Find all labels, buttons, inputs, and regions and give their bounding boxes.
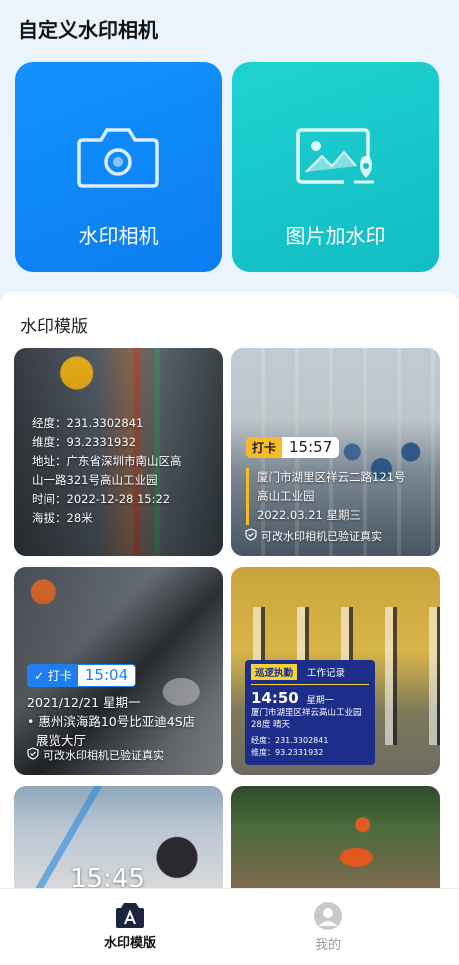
patrol-watermark: 巡逻执勤 工作记录 14:50 星期一 厦门市湖里区祥云高山工业园 28度 晴天… (245, 660, 375, 765)
address-text-line1: 地址：广东省深圳市南山区高 (32, 454, 182, 468)
weekday-text: 星期一 (306, 696, 334, 706)
lab-info: 厦门市湖里区祥云二路121号 高山工业园 2022.03.21 星期三 (246, 468, 405, 525)
image-watermark-button[interactable]: 图片加水印 (232, 62, 439, 272)
latitude-text: 维度：93.2331932 (251, 748, 324, 757)
shield-check-icon (27, 747, 39, 763)
cleaner-time: 15:45 (70, 864, 145, 888)
date-text: 2021/12/21 星期一 (27, 695, 141, 710)
template-card-cleaner[interactable]: 15:45 (14, 786, 223, 888)
watermark-info: 经度：231.3302841 维度：93.2331932 地址：广东省深圳市南山… (32, 414, 182, 528)
address-value: 惠州滨海路10号比亚迪4S店 (38, 714, 196, 729)
punch-tag-text: 打卡 (47, 669, 72, 683)
image-watermark-label: 图片加水印 (285, 224, 386, 248)
template-card-electrician[interactable]: 经度：231.3302841 维度：93.2331932 地址：广东省深圳市南山… (14, 348, 223, 556)
template-card-mechanic[interactable]: ✓ 打卡 15:04 2021/12/21 星期一 • 惠州滨海路10号比亚迪4… (14, 567, 223, 775)
tab-templates[interactable]: 水印模版 (70, 901, 190, 951)
address-text-line2: 高山工业园 (257, 489, 315, 503)
image-location-icon (294, 126, 376, 188)
weather-text: 28度 晴天 (251, 720, 291, 730)
punch-time: 15:04 (84, 666, 129, 684)
patrol-time: 14:50 (251, 689, 299, 707)
address-text: 厦门市湖里区祥云高山工业园 (251, 708, 362, 718)
template-card-sweeper[interactable] (231, 786, 440, 888)
template-icon (70, 901, 190, 929)
punch-badge: ✓ 打卡 15:04 (27, 664, 137, 687)
camera-icon (77, 126, 159, 188)
record-label: 工作记录 (307, 668, 346, 679)
tab-mine[interactable]: 我的 (268, 901, 388, 953)
verify-text: 可改水印相机已验证真实 (261, 530, 382, 543)
bottom-tab-bar: 水印模版 我的 (0, 888, 459, 965)
verify-text: 可改水印相机已验证真实 (43, 749, 164, 762)
verify-row: 可改水印相机已验证真实 (27, 747, 164, 763)
address-text-line1: 厦门市湖里区祥云二路121号 (257, 470, 406, 484)
punch-badge: 打卡 15:57 (246, 437, 340, 458)
tab-mine-label: 我的 (314, 938, 341, 953)
longitude-text: 经度：231.3302841 (32, 416, 144, 430)
patrol-header: 巡逻执勤 工作记录 (251, 664, 369, 680)
template-card-lab[interactable]: 打卡 15:57 厦门市湖里区祥云二路121号 高山工业园 2022.03.21… (231, 348, 440, 556)
mechanic-info: 2021/12/21 星期一 • 惠州滨海路10号比亚迪4S店 展览大厅 (27, 693, 195, 750)
template-card-patrol[interactable]: 巡逻执勤 工作记录 14:50 星期一 厦门市湖里区祥云高山工业园 28度 晴天… (231, 567, 440, 775)
date-text: 2022.03.21 星期三 (257, 508, 361, 522)
verify-row: 可改水印相机已验证真实 (245, 528, 382, 544)
divider (251, 684, 369, 685)
watermark-camera-button[interactable]: 水印相机 (15, 62, 222, 272)
address-text-line2: 山一路321号高山工业园 (32, 473, 158, 487)
altitude-text: 海拔：28米 (32, 511, 93, 525)
punch-time: 15:57 (289, 438, 333, 456)
section-title: 水印模版 (20, 317, 88, 337)
time-row: 14:50 星期一 (251, 689, 369, 707)
latitude-text: 维度：93.2331932 (32, 435, 137, 449)
watermark-camera-label: 水印相机 (78, 224, 159, 248)
address-text-line1: • 惠州滨海路10号比亚迪4S店 (27, 714, 196, 729)
longitude-text: 经度：231.3302841 (251, 736, 329, 745)
app-title: 自定义水印相机 (18, 18, 158, 42)
punch-tag: 打卡 (246, 437, 283, 458)
time-text: 时间：2022-12-28 15:22 (32, 492, 171, 506)
tab-templates-label: 水印模版 (103, 936, 156, 951)
punch-tag: ✓ 打卡 (28, 665, 78, 686)
user-avatar-icon (268, 901, 388, 931)
shield-check-icon (245, 528, 257, 544)
template-panel: 水印模版 经度：231.3302841 维度：93.2331932 地址：广东省… (0, 292, 459, 965)
patrol-badge: 巡逻执勤 (251, 664, 298, 680)
